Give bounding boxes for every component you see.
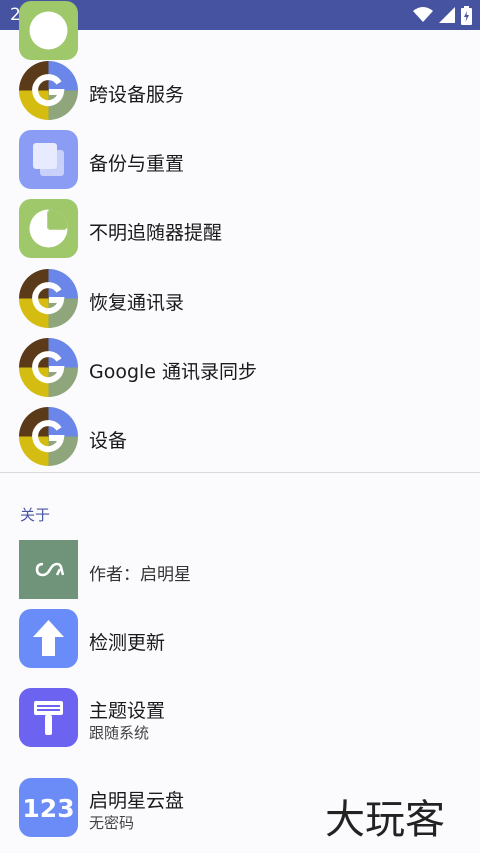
google-g-icon xyxy=(19,407,78,466)
author-label: 作者：启明星 xyxy=(89,565,191,585)
copy-icon xyxy=(19,130,78,189)
watermark-logo: 大玩客 xyxy=(325,797,445,841)
pie-chart-icon xyxy=(19,1,78,60)
list-item-label: 设备 xyxy=(89,430,128,452)
list-item-cross-device[interactable]: 跨设备服务 xyxy=(0,61,480,123)
theme-settings-value: 跟随系统 xyxy=(89,724,150,742)
paint-roller-icon xyxy=(19,688,78,747)
list-item-restore-contacts[interactable]: 恢复通讯录 xyxy=(0,269,480,331)
arrow-up-icon xyxy=(19,609,78,668)
cloud-drive-value: 无密码 xyxy=(89,814,135,832)
list-item-device[interactable]: 设备 xyxy=(0,407,480,469)
list-item-google-contacts-sync[interactable]: Google 通讯录同步 xyxy=(0,338,480,400)
check-update-label: 检测更新 xyxy=(89,632,166,654)
theme-settings-label: 主题设置 xyxy=(89,700,166,722)
google-g-icon xyxy=(19,61,78,120)
list-item-author[interactable]: 作者：启明星 xyxy=(0,540,480,602)
list-item-label: 备份与重置 xyxy=(89,153,185,175)
theme-settings-button[interactable]: 主题设置 跟随系统 xyxy=(0,688,480,750)
list-item-label: Google 通讯录同步 xyxy=(89,361,258,383)
section-title-about: 关于 xyxy=(20,506,51,524)
cloud-drive-label: 启明星云盘 xyxy=(89,790,185,812)
svg-text:123: 123 xyxy=(22,794,74,823)
section-divider xyxy=(0,472,480,473)
google-g-icon xyxy=(19,338,78,397)
list-item-backup-reset[interactable]: 备份与重置 xyxy=(0,130,480,192)
infinity-logo-icon xyxy=(19,540,78,599)
list-item-tracker-alert[interactable]: 不明追随器提醒 xyxy=(0,199,480,261)
list-item-label: 跨设备服务 xyxy=(89,84,185,106)
123-icon: 123 xyxy=(19,778,78,837)
list-item-cut[interactable] xyxy=(0,1,480,63)
check-update-button[interactable]: 检测更新 xyxy=(0,609,480,671)
list-item-label: 恢复通讯录 xyxy=(89,292,185,314)
pie-chart-icon xyxy=(19,199,78,258)
svg-text:大玩客: 大玩客 xyxy=(325,797,445,841)
google-g-icon xyxy=(19,269,78,328)
list-item-label: 不明追随器提醒 xyxy=(89,222,223,244)
